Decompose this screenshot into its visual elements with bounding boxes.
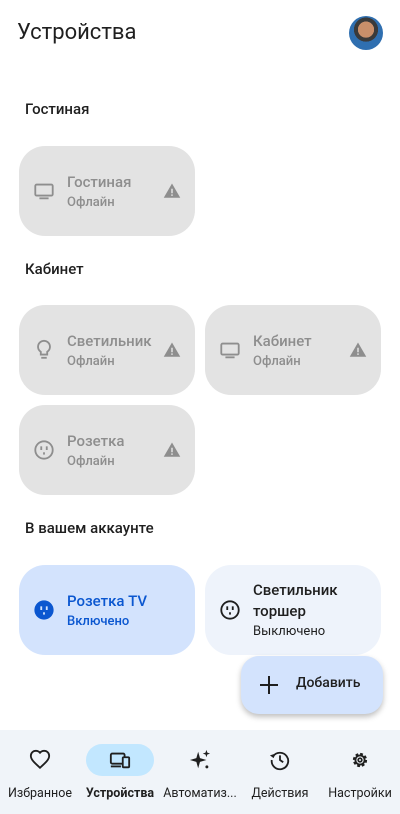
- device-name: Светильник: [67, 332, 152, 350]
- add-button[interactable]: Добавить: [241, 656, 383, 714]
- warning-icon: [163, 342, 181, 357]
- tv-icon: [34, 183, 54, 200]
- nav-item-favorites[interactable]: Избранное: [0, 730, 80, 814]
- nav-label: Настройки: [328, 786, 392, 801]
- section-title-living: Гостиная: [25, 100, 90, 118]
- nav-label: Устройства: [85, 786, 155, 801]
- device-status: Включено: [67, 614, 130, 629]
- section-title-office: Кабинет: [25, 260, 84, 278]
- device-card-office-lamp[interactable]: Светильник Офлайн: [19, 305, 195, 395]
- device-card-floor-lamp[interactable]: Светильник торшер Выключено: [205, 565, 381, 655]
- warning-icon: [349, 342, 367, 357]
- outlet-icon: [34, 440, 54, 460]
- plus-icon: [260, 676, 278, 694]
- device-name: Розетка: [67, 432, 125, 450]
- page-title: Устройства: [17, 20, 137, 45]
- device-card-outlet-tv[interactable]: Розетка TV Включено: [19, 565, 195, 655]
- device-name: Гостиная: [67, 173, 132, 191]
- nav-label: Действия: [251, 786, 309, 801]
- device-status: Офлайн: [67, 454, 115, 469]
- device-card-office-outlet[interactable]: Розетка Офлайн: [19, 405, 195, 495]
- devices-icon: [109, 752, 131, 769]
- nav-label: Избранное: [7, 786, 73, 801]
- outlet-icon: [220, 600, 240, 620]
- nav-item-activity[interactable]: Действия: [240, 730, 320, 814]
- lamp-icon: [37, 339, 51, 359]
- nav-item-devices[interactable]: Устройства: [80, 730, 160, 814]
- nav-label: Автоматиз...: [163, 786, 237, 801]
- device-card-living-tv[interactable]: Гостиная Офлайн: [19, 146, 195, 236]
- device-status: Офлайн: [67, 354, 115, 369]
- device-name-line2: торшер: [253, 602, 306, 620]
- bottom-navigation: Избранное Устройства Автоматиз... Действ…: [0, 730, 400, 814]
- nav-item-automations[interactable]: Автоматиз...: [160, 730, 240, 814]
- warning-icon: [163, 183, 181, 198]
- sparkle-icon: [189, 749, 211, 769]
- warning-icon: [163, 442, 181, 457]
- device-name: Кабинет: [253, 332, 312, 350]
- heart-icon: [29, 749, 51, 770]
- avatar[interactable]: [349, 16, 383, 50]
- device-name-line1: Светильник: [253, 581, 338, 599]
- outlet-icon: [34, 600, 54, 620]
- tv-icon: [220, 342, 240, 359]
- device-card-office-tv[interactable]: Кабинет Офлайн: [205, 305, 381, 395]
- add-button-label: Добавить: [296, 675, 361, 691]
- device-status: Выключено: [253, 624, 326, 639]
- gear-icon: [352, 752, 368, 768]
- section-title-account: В вашем аккаунте: [25, 519, 154, 537]
- device-status: Офлайн: [67, 195, 115, 210]
- nav-item-settings[interactable]: Настройки: [320, 730, 400, 814]
- device-status: Офлайн: [253, 354, 301, 369]
- device-name: Розетка TV: [67, 592, 148, 610]
- history-icon: [269, 751, 290, 771]
